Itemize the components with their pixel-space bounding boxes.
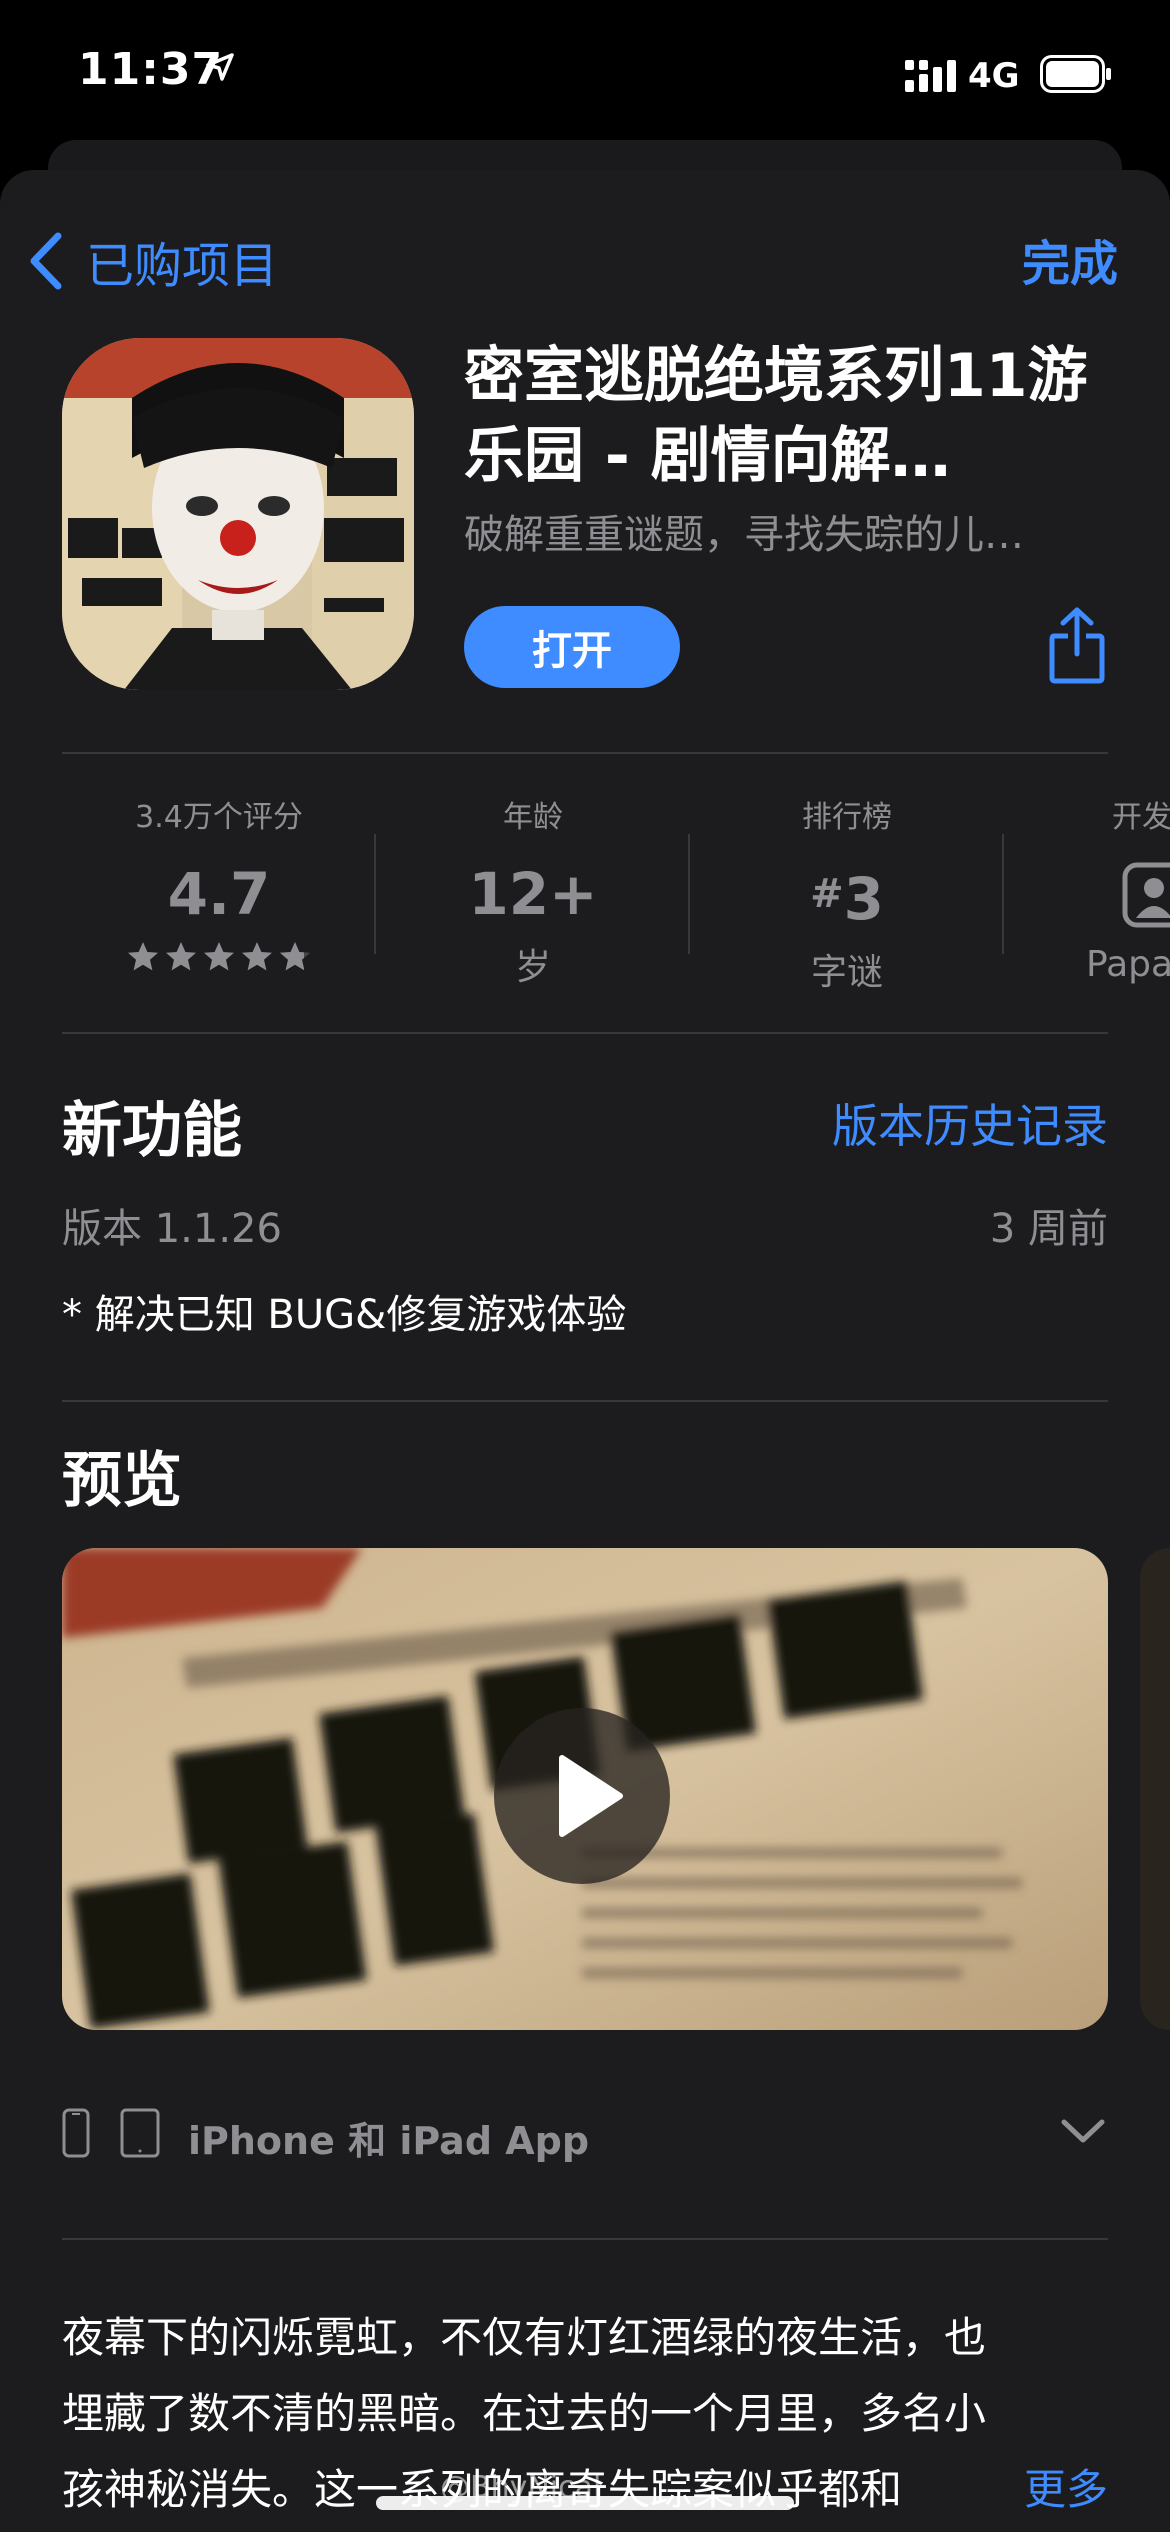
info-stats-row: 3.4万个评分 4.7 年龄 12+ 岁 排行榜 #3 字谜 开发 Papa [62,782,1170,993]
network-type: 4G [968,56,1020,96]
stat-ratings-value: 4.7 [167,860,271,928]
star-icon [204,942,234,971]
chevron-left-icon [30,232,62,290]
app-icon [62,338,414,690]
play-icon [559,1755,623,1837]
preview-video[interactable] [62,1548,1108,2030]
stat-ratings[interactable]: 3.4万个评分 4.7 [62,782,376,982]
location-arrow-icon [206,53,234,81]
stat-age-sub: 岁 [514,947,551,988]
whats-new-title: 新功能 [62,1096,242,1166]
rank-hash: # [810,871,844,917]
divider [62,2238,1108,2240]
next-preview-peek[interactable] [1140,1548,1170,2030]
app-subtitle: 破解重重谜题，寻找失踪的儿… [464,512,1024,558]
star-icon [166,942,196,971]
divider [62,1032,1108,1034]
description-line: 埋藏了数不清的黑暗。在过去的一个月里，多名小 [62,2389,987,2438]
device-compatibility-label: iPhone 和 iPad App [188,2119,590,2163]
back-button-label: 已购项目 [86,238,279,294]
stat-ratings-label: 3.4万个评分 [135,800,303,835]
stat-developer[interactable]: 开发 Papa [1062,782,1170,985]
star-rating [62,940,376,974]
stat-chart-label: 排行榜 [802,800,892,835]
home-indicator[interactable] [376,2496,794,2510]
device-compatibility-row[interactable]: iPhone 和 iPad App [62,2106,1108,2166]
stat-developer-sub: Papa [1086,944,1170,985]
iphone-icon [62,2108,90,2158]
stat-chart-value: #3 [690,862,1004,931]
version-number: 版本 1.1.26 [62,1206,282,1252]
divider [62,752,1108,754]
rank-number: 3 [843,865,884,933]
stat-age-label: 年龄 [503,800,563,835]
version-time-ago: 3 周前 [989,1206,1108,1252]
share-icon[interactable] [1048,606,1106,684]
preview-title: 预览 [62,1446,182,1516]
stat-chart[interactable]: 排行榜 #3 字谜 [690,782,1004,993]
stat-separator [1002,834,1004,954]
star-icon-partial [280,942,310,971]
developer-person-icon [1122,862,1170,928]
back-button[interactable]: 已购项目 [26,226,278,296]
version-info: 版本 1.1.26 3 周前 [62,1196,1108,1254]
stat-developer-label: 开发 [1112,800,1170,835]
signal-strength-icon [905,60,956,92]
ipad-icon [120,2108,160,2158]
release-notes: * 解决已知 BUG&修复游戏体验 [62,1292,627,1338]
star-icon [128,942,158,971]
done-button[interactable]: 完成 [1022,224,1118,294]
battery-icon [1040,55,1111,93]
app-detail-sheet: 已购项目 完成 密室逃脱绝境系列11游乐园 - 剧情向解… 破解重重谜题，寻找失… [0,170,1170,2532]
stat-chart-sub: 字谜 [810,952,883,993]
app-title: 密室逃脱绝境系列11游乐园 - 剧情向解… [464,341,1088,491]
divider [62,1400,1108,1402]
stat-age-value: 12+ [468,860,598,928]
star-icon [242,942,272,971]
open-button[interactable]: 打开 [464,606,680,688]
description-line: 夜幕下的闪烁霓虹，不仅有灯红酒绿的夜生活，也 [62,2313,987,2362]
chevron-down-icon[interactable] [1058,2112,1108,2152]
play-button[interactable] [494,1708,670,1884]
status-time: 11:37 [78,44,224,95]
more-link[interactable]: 更多 [1011,2452,1108,2528]
stat-age[interactable]: 年龄 12+ 岁 [376,782,690,988]
status-bar: 11:37 4G [0,0,1170,150]
version-history-link[interactable]: 版本历史记录 [832,1090,1108,1156]
